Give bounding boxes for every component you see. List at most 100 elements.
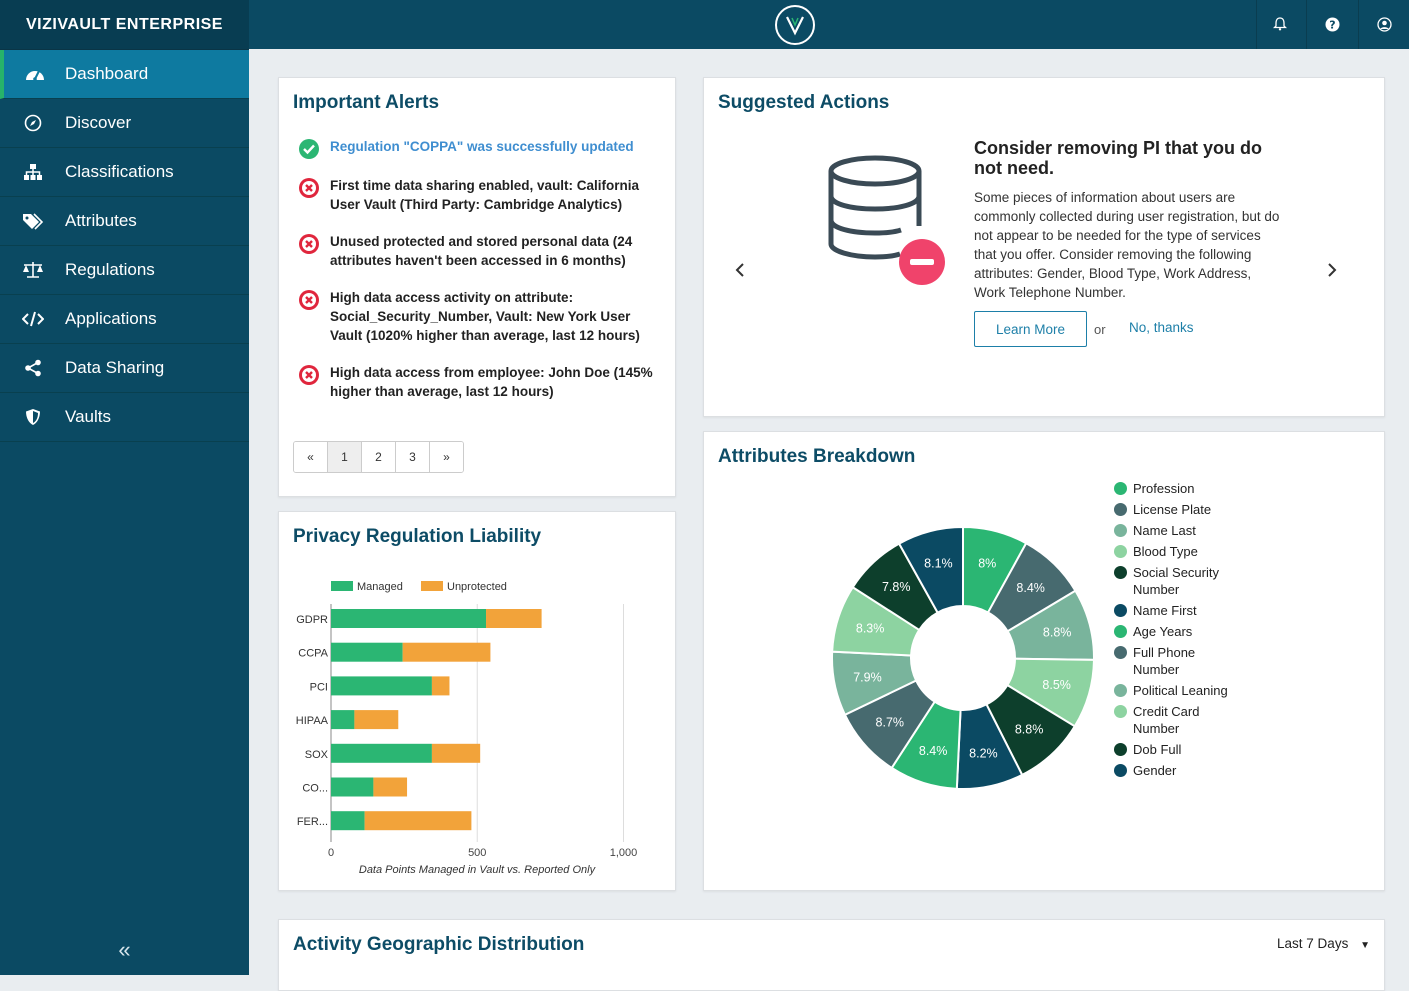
share-icon xyxy=(0,359,65,377)
slice-value-label: 8.1% xyxy=(924,557,953,571)
legend-item[interactable]: Political Leaning xyxy=(1114,682,1284,699)
y-category-label: PCI xyxy=(310,681,328,693)
bell-icon[interactable] xyxy=(1270,14,1290,34)
legend-item[interactable]: Full Phone Number xyxy=(1114,644,1284,678)
legend-item[interactable]: Blood Type xyxy=(1114,543,1284,560)
sidebar-item-data-sharing[interactable]: Data Sharing xyxy=(0,344,249,393)
y-category-label: GDPR xyxy=(296,614,328,626)
legend-item[interactable]: Name Last xyxy=(1114,522,1284,539)
bar-managed[interactable] xyxy=(331,743,432,763)
legend-swatch xyxy=(1114,482,1127,495)
legend-item[interactable]: Social Security Number xyxy=(1114,564,1284,598)
bar-unprotected[interactable] xyxy=(431,743,481,763)
alert-item: High data access from employee: John Doe… xyxy=(293,363,663,401)
legend-item[interactable]: Dob Full xyxy=(1114,741,1284,758)
sidebar-item-applications[interactable]: Applications xyxy=(0,295,249,344)
bar-managed[interactable] xyxy=(331,642,403,662)
sidebar-item-label: Attributes xyxy=(65,211,137,230)
help-icon[interactable]: ? xyxy=(1322,14,1342,34)
sidebar-item-regulations[interactable]: Regulations xyxy=(0,246,249,295)
bar-managed[interactable] xyxy=(331,609,487,628)
sidebar-item-classifications[interactable]: Classifications xyxy=(0,148,249,197)
alert-text: First time data sharing enabled, vault: … xyxy=(330,178,640,212)
pager-page-1[interactable]: 1 xyxy=(328,442,362,472)
pager-first-button[interactable]: « xyxy=(294,442,328,472)
y-category-label: SOX xyxy=(305,749,329,761)
check-circle-icon xyxy=(293,137,330,165)
legend-swatch xyxy=(1114,566,1127,579)
slice-value-label: 8.8% xyxy=(1015,723,1044,737)
bar-managed[interactable] xyxy=(331,811,365,831)
alert-text: Unused protected and stored personal dat… xyxy=(330,234,633,268)
date-range-dropdown[interactable]: Last 7 Days ▼ xyxy=(1277,936,1370,951)
legend-label: Name First xyxy=(1133,603,1197,618)
sidebar-item-discover[interactable]: Discover xyxy=(0,99,249,148)
bar-managed[interactable] xyxy=(331,777,374,797)
legend-label: Age Years xyxy=(1133,624,1193,639)
sidebar: VIZIVAULT ENTERPRISE Dashboard Discover Cl… xyxy=(0,0,249,975)
important-alerts-card: Important Alerts Regulation "COPPA" was … xyxy=(278,77,676,497)
pager-page-2[interactable]: 2 xyxy=(362,442,396,472)
carousel-prev-button[interactable] xyxy=(734,260,746,283)
bar-unprotected[interactable] xyxy=(486,609,542,628)
activity-geo-card: Activity Geographic Distribution Last 7 … xyxy=(278,919,1385,991)
slice-value-label: 8.7% xyxy=(876,715,905,729)
alert-item: Unused protected and stored personal dat… xyxy=(293,232,663,270)
slice-value-label: 8.4% xyxy=(919,744,948,758)
legend-item[interactable]: Gender xyxy=(1114,762,1284,779)
sidebar-nav: Dashboard Discover Classifications Attribut… xyxy=(0,50,249,442)
slice-value-label: 8.8% xyxy=(1043,626,1072,640)
activity-geo-title: Activity Geographic Distribution xyxy=(293,934,585,955)
sidebar-item-label: Discover xyxy=(65,113,132,132)
bar-unprotected[interactable] xyxy=(354,710,399,730)
pager-page-3[interactable]: 3 xyxy=(396,442,430,472)
sidebar-item-dashboard[interactable]: Dashboard xyxy=(0,50,249,99)
alert-item: First time data sharing enabled, vault: … xyxy=(293,176,663,214)
legend-item[interactable]: Name First xyxy=(1114,602,1284,619)
legend-item[interactable]: Profession xyxy=(1114,480,1284,497)
sidebar-item-attributes[interactable]: Attributes xyxy=(0,197,249,246)
legend-item[interactable]: Credit Card Number xyxy=(1114,703,1284,737)
legend-swatch xyxy=(1114,503,1127,516)
bar-managed[interactable] xyxy=(331,676,432,696)
sidebar-item-label: Vaults xyxy=(65,407,111,426)
bar-managed[interactable] xyxy=(331,710,355,730)
sidebar-item-vaults[interactable]: Vaults xyxy=(0,393,249,442)
bar-unprotected[interactable] xyxy=(402,642,491,662)
collapse-sidebar-button[interactable]: « xyxy=(0,937,249,963)
legend-label: Political Leaning xyxy=(1133,683,1228,698)
legend-label: Name Last xyxy=(1133,523,1196,538)
no-thanks-link[interactable]: No, thanks xyxy=(1129,320,1194,335)
bar-unprotected[interactable] xyxy=(431,676,450,696)
slice-value-label: 8% xyxy=(978,557,996,571)
slice-value-label: 8.3% xyxy=(856,621,885,635)
y-category-label: CO... xyxy=(302,783,328,795)
vizivault-logo-icon[interactable] xyxy=(775,5,815,45)
learn-more-button[interactable]: Learn More xyxy=(974,311,1087,347)
sidebar-item-label: Classifications xyxy=(65,162,174,181)
legend-item[interactable]: Age Years xyxy=(1114,623,1284,640)
donut-legend: Profession License Plate Name Last Blood Ty… xyxy=(1114,480,1284,783)
alert-text[interactable]: Regulation "COPPA" was successfully upda… xyxy=(330,137,634,165)
balance-scale-icon xyxy=(0,261,65,279)
x-tick-label: 1,000 xyxy=(610,847,638,859)
code-icon xyxy=(0,310,65,328)
legend-item[interactable]: License Plate xyxy=(1114,501,1284,518)
sidebar-item-label: Applications xyxy=(65,309,157,328)
pager-last-button[interactable]: » xyxy=(430,442,463,472)
user-icon[interactable] xyxy=(1374,14,1394,34)
bar-unprotected[interactable] xyxy=(373,777,408,797)
error-circle-icon xyxy=(293,176,330,214)
sidebar-item-label: Regulations xyxy=(65,260,155,279)
carousel-next-button[interactable] xyxy=(1326,260,1338,283)
sidebar-item-label: Data Sharing xyxy=(65,358,165,377)
shield-icon xyxy=(0,408,65,426)
slice-value-label: 7.9% xyxy=(853,670,882,684)
bar-unprotected[interactable] xyxy=(364,811,472,831)
legend-swatch xyxy=(1114,545,1127,558)
legend-label: Profession xyxy=(1133,481,1195,496)
suggested-actions-card: Suggested Actions Consider removing PI t… xyxy=(703,77,1385,417)
slice-value-label: 8.2% xyxy=(969,746,998,760)
legend-swatch xyxy=(1114,684,1127,697)
y-category-label: FER... xyxy=(297,816,328,828)
